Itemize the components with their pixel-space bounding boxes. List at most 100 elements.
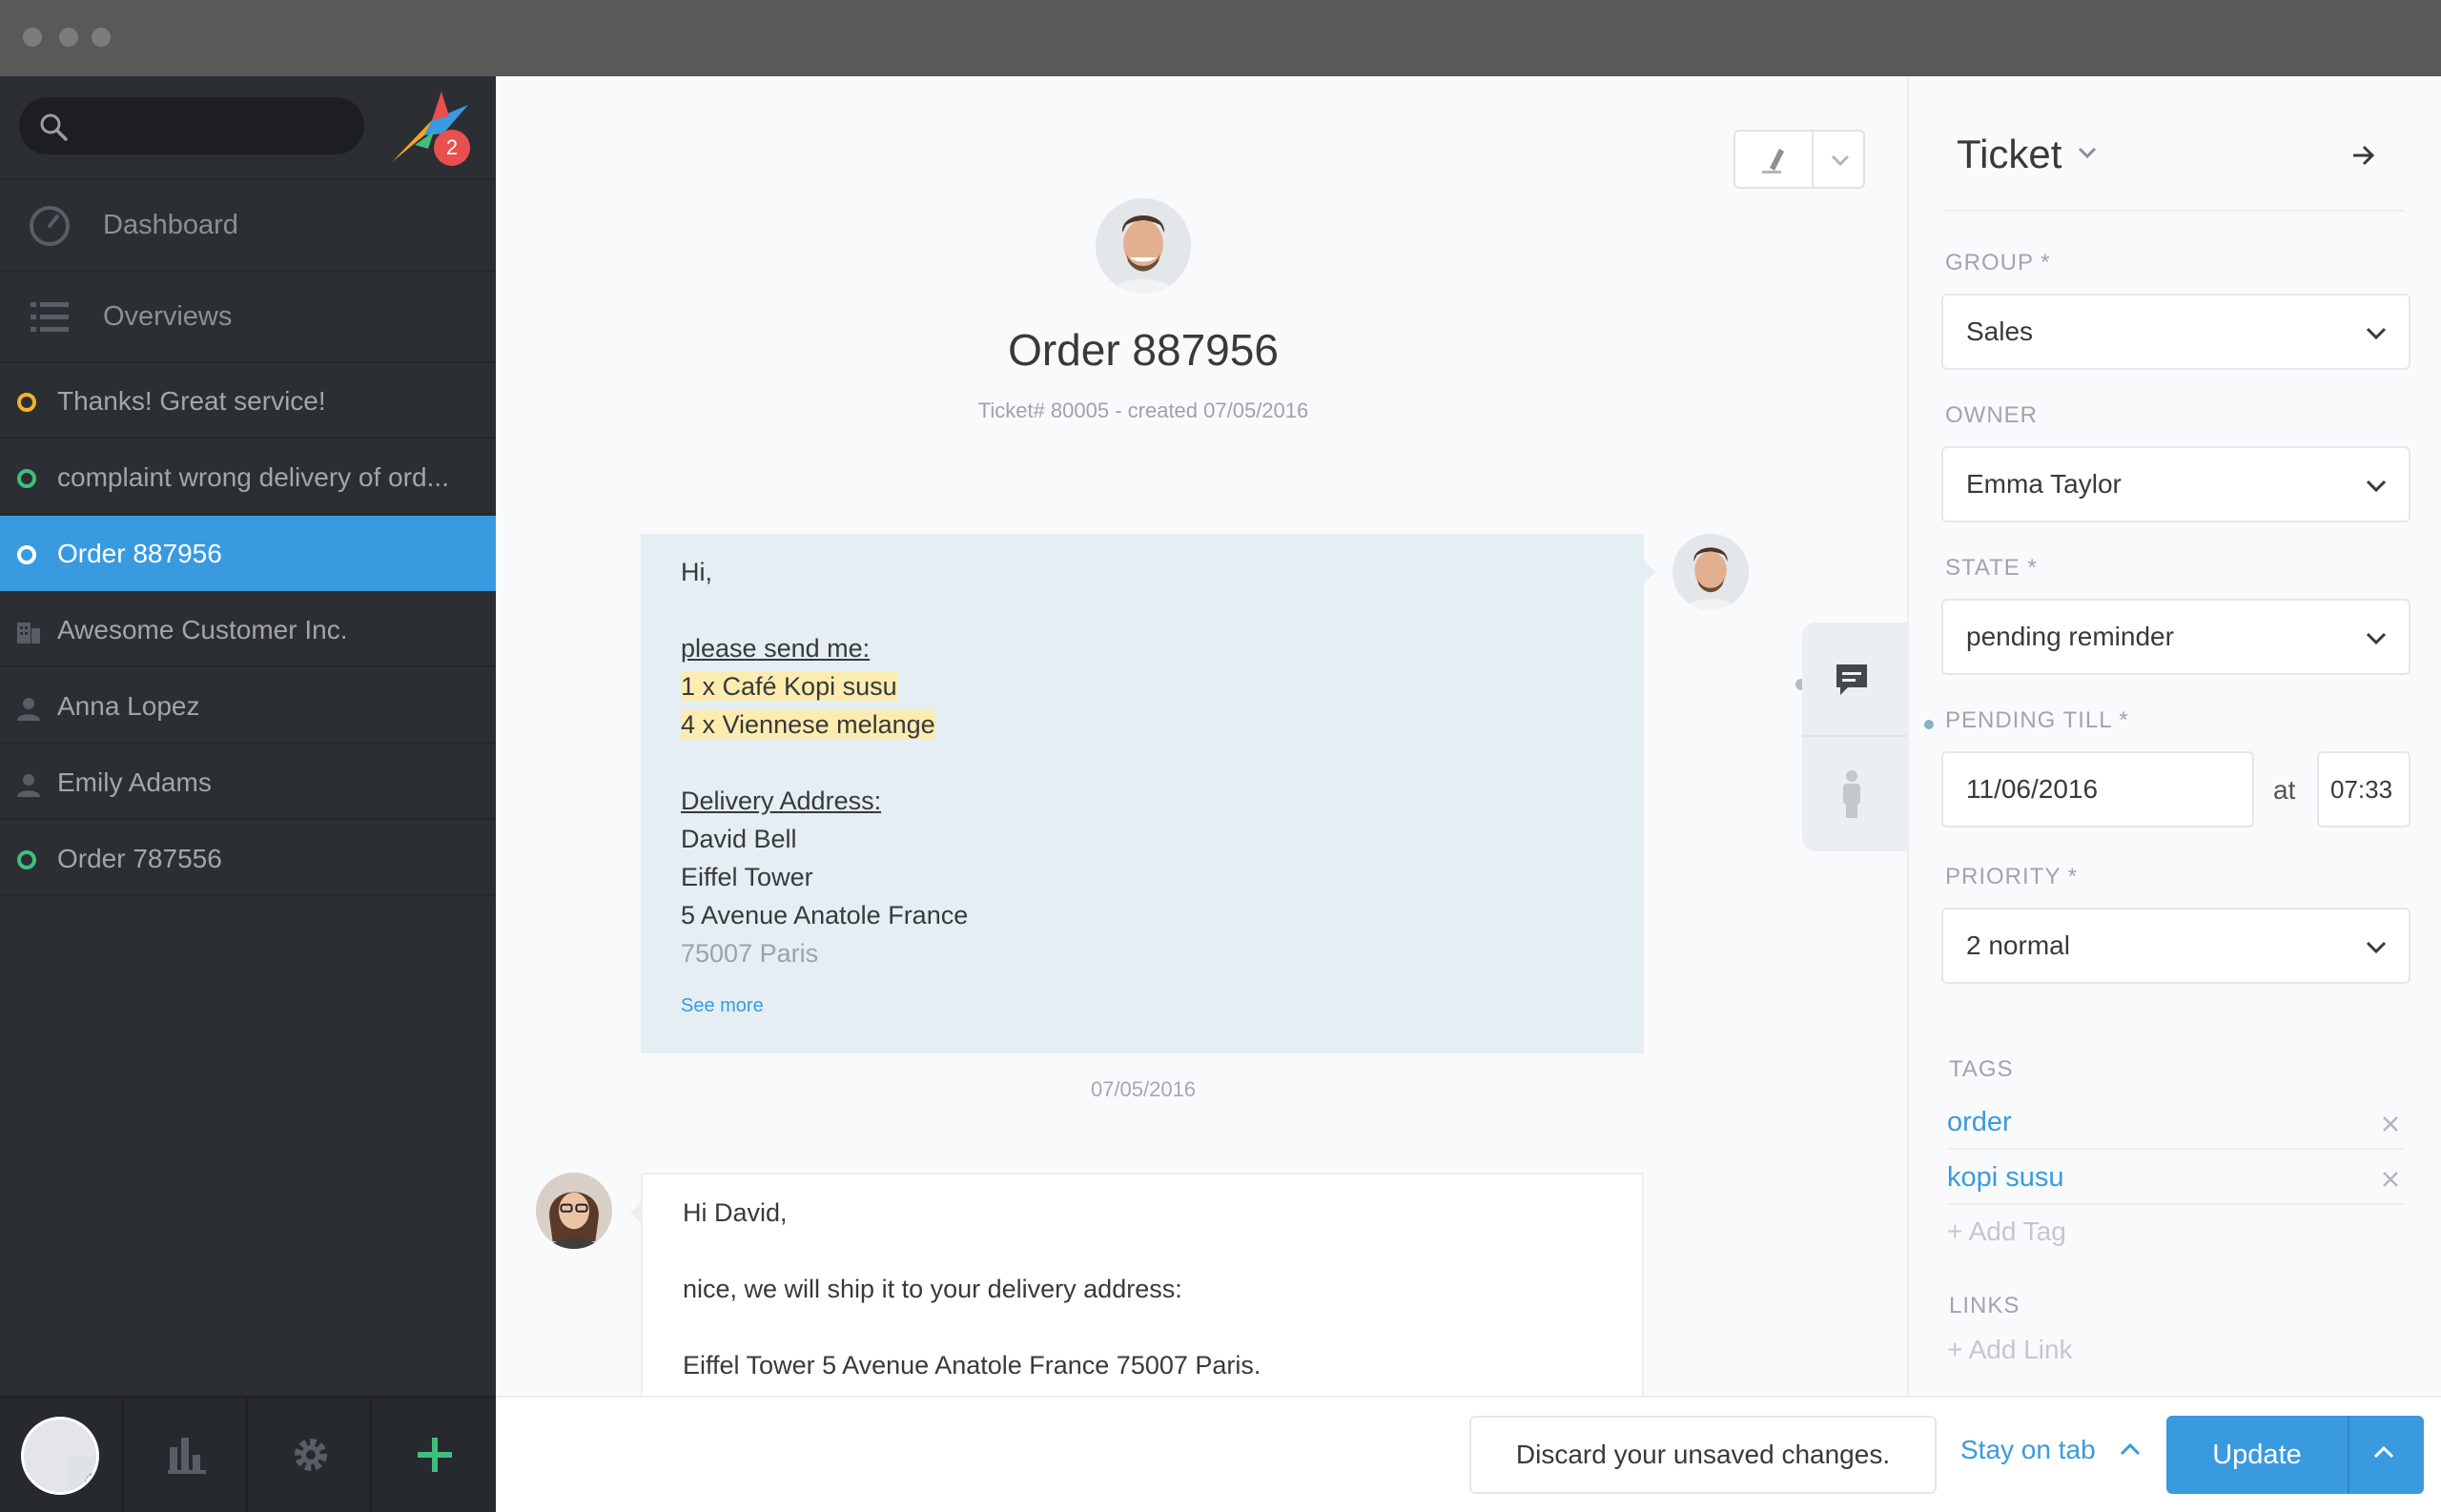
sidebar: 2 Dashboard Overviews Thanks! Great serv… <box>0 76 496 1512</box>
bar-chart-icon <box>168 1438 206 1474</box>
pending-date-input[interactable]: 11/06/2016 <box>1941 751 2254 828</box>
task-item[interactable]: complaint wrong delivery of ord... <box>0 439 496 515</box>
task-label: Emily Adams <box>57 767 212 797</box>
sidebar-tabs <box>1802 623 1907 851</box>
panel-divider <box>1943 210 2405 212</box>
ticket-sidebar: Ticket GROUP * Sales OWNER Emma Taylor S… <box>1907 76 2441 1396</box>
task-item[interactable]: Anna Lopez <box>0 668 496 744</box>
tag-item[interactable]: order <box>1947 1094 2405 1150</box>
article-line: 1 x Café Kopi susu <box>681 672 897 701</box>
ticket-open-icon <box>17 469 36 488</box>
task-item[interactable]: Order 787556 <box>0 821 496 896</box>
priority-label: PRIORITY * <box>1945 864 2078 889</box>
article-line: Hi, <box>681 558 712 586</box>
tag-item[interactable]: kopi susu <box>1947 1150 2405 1205</box>
ticket-open-icon <box>17 545 36 564</box>
discard-changes-button[interactable]: Discard your unsaved changes. <box>1469 1416 1937 1494</box>
article-blank-line <box>683 1232 1602 1270</box>
article-line: Hi David, <box>683 1198 788 1227</box>
close-icon[interactable] <box>2382 1115 2399 1133</box>
avatar <box>21 1417 99 1495</box>
add-tag-link[interactable]: + Add Tag <box>1947 1216 2066 1247</box>
settings-button[interactable] <box>248 1398 372 1512</box>
close-icon[interactable] <box>2382 1171 2399 1188</box>
task-label: Thanks! Great service! <box>57 386 326 416</box>
article-line: 4 x Viennese melange <box>681 710 935 739</box>
tag-label[interactable]: order <box>1947 1094 2012 1150</box>
chevron-down-icon[interactable] <box>2077 145 2098 160</box>
task-label: complaint wrong delivery of ord... <box>57 462 449 492</box>
task-item-active[interactable]: Order 887956 <box>0 516 496 591</box>
edit-menu[interactable] <box>1733 130 1865 189</box>
article-line: nice, we will ship it to your delivery a… <box>683 1275 1182 1303</box>
chevron-up-icon[interactable] <box>2372 1444 2395 1460</box>
article-avatar[interactable] <box>1672 534 1749 610</box>
task-item[interactable]: Emily Adams <box>0 745 496 820</box>
window-close-button[interactable] <box>23 28 42 47</box>
sidebar-item-dashboard[interactable]: Dashboard <box>0 180 496 270</box>
customer-icon[interactable] <box>1836 769 1867 819</box>
article-blank-line <box>681 744 1604 782</box>
ticket-open-icon <box>17 850 36 869</box>
article-line: 5 Avenue Anatole France <box>681 901 969 930</box>
changed-indicator <box>1924 720 1934 729</box>
priority-value: 2 normal <box>1966 930 2070 960</box>
reports-button[interactable] <box>124 1398 248 1512</box>
window-titlebar <box>0 0 2441 76</box>
article-line: Eiffel Tower 5 Avenue Anatole France 750… <box>683 1351 1262 1379</box>
article-blank-line <box>681 591 1604 629</box>
window-maximize-button[interactable] <box>92 28 111 47</box>
edit-menu-divider <box>1812 132 1814 187</box>
search-input[interactable] <box>19 97 364 154</box>
see-more-link[interactable]: See more <box>681 995 764 1016</box>
ticket-open-icon <box>17 393 36 412</box>
bottom-bar <box>496 1396 2441 1512</box>
tag-label[interactable]: kopi susu <box>1947 1150 2064 1205</box>
notification-badge: 2 <box>434 130 470 166</box>
chevron-up-icon[interactable] <box>2119 1441 2142 1457</box>
ticket-meta: Ticket# 80005 - created 07/05/2016 <box>977 398 1309 422</box>
gear-icon <box>295 1439 327 1471</box>
organization-icon <box>17 623 40 644</box>
sidebar-item-overviews[interactable]: Overviews <box>0 272 496 361</box>
article-date: 07/05/2016 <box>1090 1077 1197 1101</box>
group-select[interactable]: Sales <box>1941 294 2410 370</box>
article-line: 75007 Paris <box>681 939 819 968</box>
arrow-right-icon[interactable] <box>2349 143 2378 168</box>
add-link-link[interactable]: + Add Link <box>1947 1335 2073 1365</box>
customer-avatar[interactable] <box>1096 198 1191 294</box>
chevron-down-icon <box>2366 480 2387 493</box>
highlighter-icon <box>1762 149 1784 174</box>
owner-select[interactable]: Emma Taylor <box>1941 446 2410 522</box>
plus-icon <box>418 1438 452 1472</box>
ticket-zoom: Order 887956 Ticket# 80005 - created 07/… <box>496 76 1907 1396</box>
state-value: pending reminder <box>1966 622 2174 651</box>
user-icon <box>17 774 40 797</box>
task-item[interactable]: Thanks! Great service! <box>0 363 496 439</box>
create-new-button[interactable] <box>372 1398 496 1512</box>
task-item[interactable]: Awesome Customer Inc. <box>0 592 496 667</box>
sidebar-tabs-divider <box>1802 735 1907 737</box>
pending-time-value: 07:33 <box>2330 775 2393 804</box>
list-icon <box>31 302 69 332</box>
article-line: Delivery Address: <box>681 787 882 815</box>
pending-time-input[interactable]: 07:33 <box>2317 751 2410 828</box>
user-menu-button[interactable] <box>0 1398 124 1512</box>
pending-till-label: PENDING TILL * <box>1945 707 2129 733</box>
task-label: Anna Lopez <box>57 691 200 721</box>
chevron-down-icon[interactable] <box>1829 153 1852 168</box>
update-button[interactable]: Update <box>2166 1416 2424 1494</box>
article-avatar[interactable] <box>536 1173 612 1249</box>
ticket-title[interactable]: Order 887956 <box>496 324 1791 376</box>
window-minimize-button[interactable] <box>59 28 78 47</box>
update-label: Update <box>2212 1440 2302 1470</box>
stay-on-tab-button[interactable]: Stay on tab <box>1960 1435 2096 1465</box>
state-label: STATE * <box>1945 555 2038 581</box>
panel-title[interactable]: Ticket <box>1957 132 2062 177</box>
user-icon <box>17 698 40 721</box>
owner-label: OWNER <box>1945 402 2038 428</box>
chat-icon[interactable] <box>1833 661 1871 699</box>
priority-select[interactable]: 2 normal <box>1941 908 2410 984</box>
update-divider <box>2348 1416 2349 1494</box>
state-select[interactable]: pending reminder <box>1941 599 2410 675</box>
